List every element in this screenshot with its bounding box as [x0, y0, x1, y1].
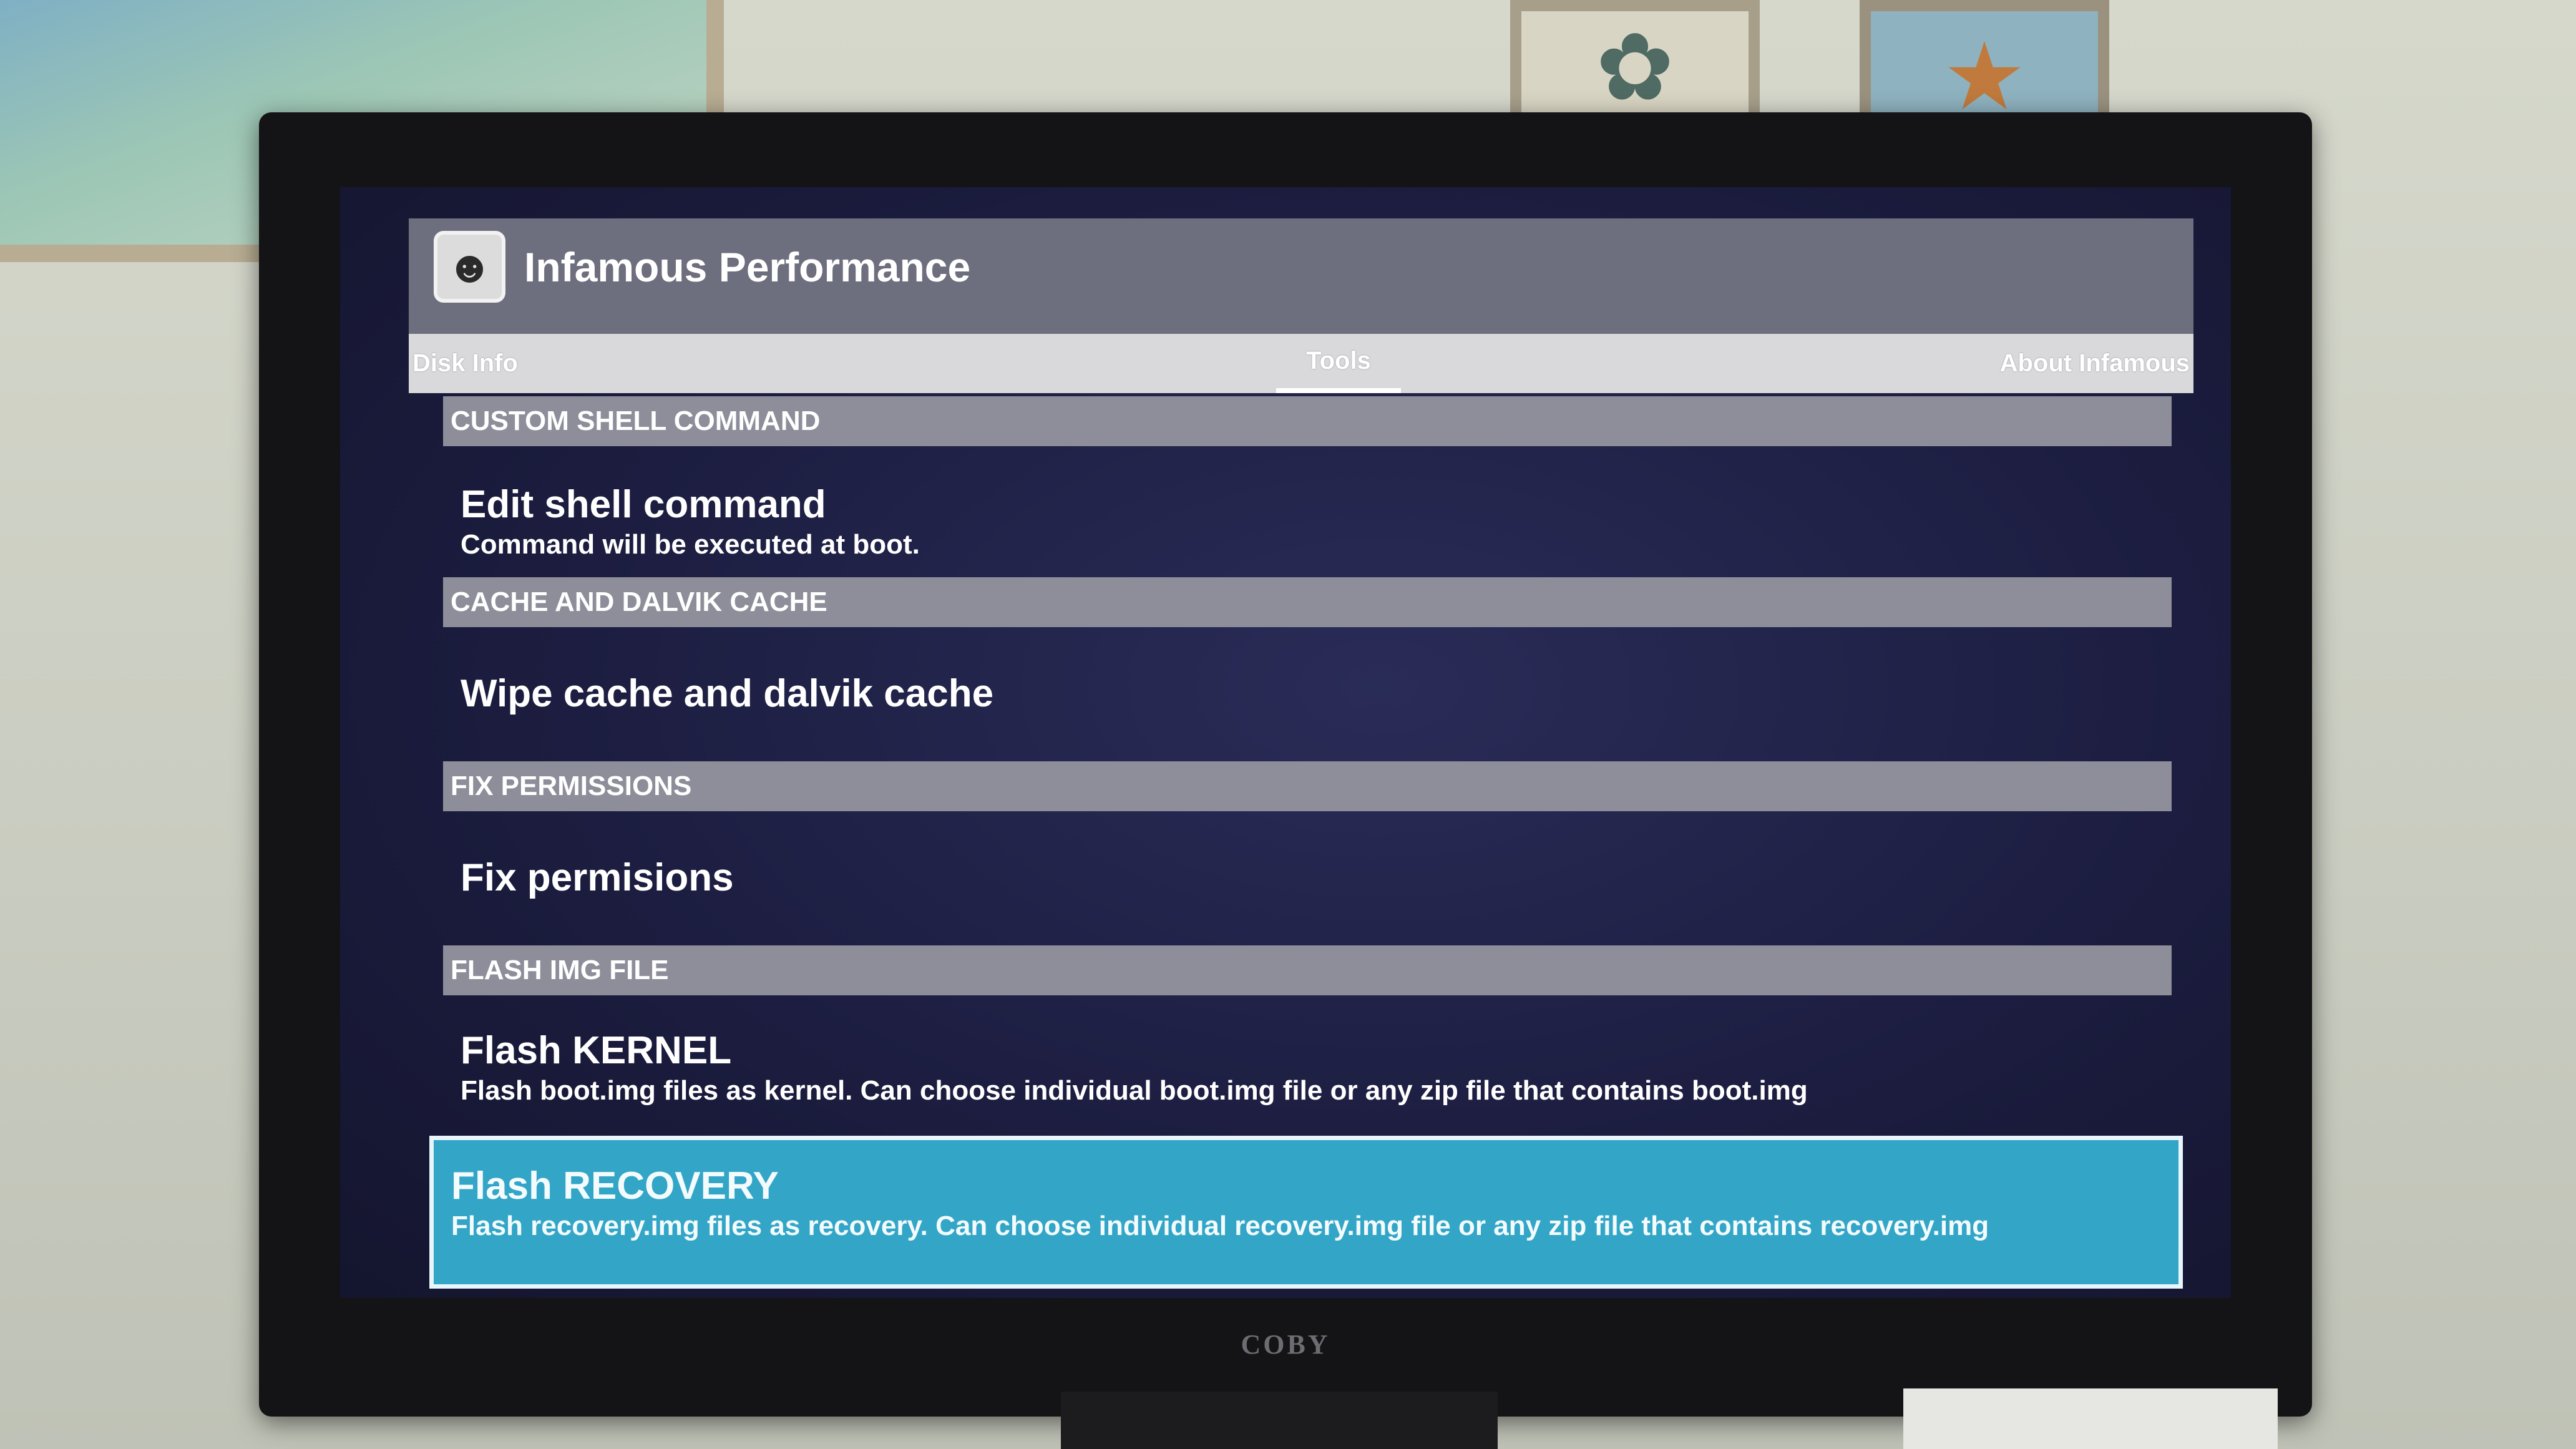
app-title: Infamous Performance [524, 244, 971, 290]
pref-summary: Flash boot.img files as kernel. Can choo… [461, 1075, 1808, 1106]
tab-disk-info[interactable]: Disk Info [409, 334, 518, 393]
pref-flash-recovery[interactable]: Flash RECOVERY Flash recovery.img files … [429, 1136, 2183, 1289]
pref-summary: Command will be executed at boot. [461, 529, 920, 560]
pref-title: Wipe cache and dalvik cache [461, 672, 994, 716]
tab-bar: Disk Info Tools About Infamous [409, 334, 2193, 393]
white-device [1903, 1388, 2278, 1449]
pref-fix-permissions[interactable]: Fix permisions [443, 811, 2172, 945]
starfish-icon: ★ [1942, 24, 2027, 129]
pref-title: Edit shell command [461, 483, 826, 526]
section-header-fix-permissions: FIX PERMISSIONS [443, 761, 2172, 811]
room-background: ✿ ★ ☻ Infamous Performance Disk Info Too… [0, 0, 2576, 1449]
pref-wipe-cache[interactable]: Wipe cache and dalvik cache [443, 627, 2172, 761]
tv-screen: ☻ Infamous Performance Disk Info Tools A… [340, 187, 2231, 1298]
tab-about-infamous[interactable]: About Infamous [2000, 334, 2190, 393]
section-header-cache-dalvik: CACHE AND DALVIK CACHE [443, 577, 2172, 627]
preferences-list: CUSTOM SHELL COMMAND Edit shell command … [429, 396, 2183, 1289]
tab-tools[interactable]: Tools [1276, 334, 1401, 393]
pref-title: Fix permisions [461, 856, 734, 900]
pref-edit-shell-command[interactable]: Edit shell command Command will be execu… [443, 446, 2172, 577]
seashell-icon: ✿ [1596, 14, 1674, 120]
pref-summary: Flash recovery.img files as recovery. Ca… [451, 1211, 1989, 1242]
pref-title: Flash KERNEL [461, 1029, 732, 1072]
action-bar: ☻ Infamous Performance [409, 218, 2193, 334]
tv-stand [1061, 1392, 1498, 1449]
app-window: ☻ Infamous Performance Disk Info Tools A… [409, 218, 2193, 1289]
pref-title: Flash RECOVERY [451, 1164, 779, 1208]
section-header-flash-img-file: FLASH IMG FILE [443, 945, 2172, 995]
tv-frame: ☻ Infamous Performance Disk Info Tools A… [259, 112, 2312, 1417]
section-header-custom-shell-command: CUSTOM SHELL COMMAND [443, 396, 2172, 446]
pref-flash-kernel[interactable]: Flash KERNEL Flash boot.img files as ker… [443, 995, 2172, 1136]
tv-brand-logo: COBY [1241, 1329, 1330, 1360]
masked-face-icon[interactable]: ☻ [434, 231, 505, 303]
